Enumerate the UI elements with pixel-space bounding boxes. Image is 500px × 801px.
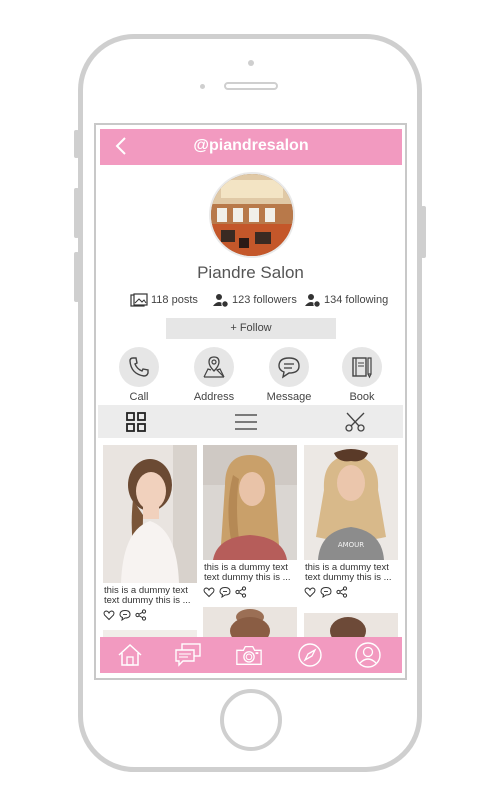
nav-profile[interactable] [354, 641, 382, 669]
following-icon [305, 293, 321, 308]
book-action[interactable]: Book [332, 347, 392, 403]
message-action[interactable]: Message [259, 347, 319, 403]
phone-icon [129, 357, 149, 377]
followers-count: 123 followers [232, 294, 297, 306]
post-card[interactable]: AMOUR this is a dummy text text dummy th… [304, 445, 398, 598]
nav-home[interactable] [116, 641, 144, 669]
post-caption: this is a dummy text [104, 586, 188, 596]
phone-sensor [200, 84, 205, 89]
phone-volume-up [74, 188, 79, 238]
phone-speaker [224, 82, 278, 90]
message-label: Message [266, 391, 312, 403]
share-icon[interactable] [336, 586, 348, 598]
post-caption-more: text dummy this is ... [305, 573, 392, 583]
page-title: @piandresalon [193, 137, 309, 154]
comment-icon[interactable] [119, 609, 131, 621]
post-card[interactable] [304, 613, 398, 640]
messages-icon [175, 643, 201, 667]
top-bar: @piandresalon [100, 129, 402, 165]
notebook-icon [352, 357, 372, 379]
followers-icon [213, 293, 229, 308]
phone-power-button [421, 206, 426, 258]
share-icon[interactable] [235, 586, 247, 598]
phone-mute-switch [74, 130, 79, 158]
post-image[interactable] [203, 445, 297, 560]
image-icon [130, 292, 148, 307]
nav-messages[interactable] [174, 641, 202, 669]
address-label: Address [193, 391, 235, 403]
following-stat[interactable]: 134 following [305, 291, 388, 309]
phone-home-button[interactable] [220, 689, 282, 751]
chat-bubble-icon [278, 357, 300, 379]
profile-icon [355, 642, 381, 668]
grid-icon [126, 412, 146, 432]
app-screen: @piandresalon Piandre Salon 118 posts 12… [94, 123, 407, 680]
call-label: Call [129, 391, 149, 403]
heart-icon[interactable] [203, 586, 215, 598]
tab-grid[interactable] [122, 408, 150, 436]
compass-icon [298, 643, 322, 667]
comment-icon[interactable] [219, 586, 231, 598]
camera-icon [236, 645, 262, 665]
posts-count: 118 posts [151, 294, 198, 306]
view-tabs [98, 405, 403, 438]
svg-text:AMOUR: AMOUR [338, 541, 364, 549]
heart-icon[interactable] [103, 609, 115, 621]
post-card[interactable] [203, 607, 297, 640]
post-actions [304, 586, 398, 598]
map-pin-icon [203, 356, 225, 378]
nav-explore[interactable] [296, 641, 324, 669]
tab-list[interactable] [232, 408, 260, 436]
post-actions [103, 609, 197, 621]
profile-name: Piandre Salon [197, 263, 304, 282]
tab-services[interactable] [342, 408, 370, 436]
list-icon [235, 414, 257, 430]
post-image[interactable] [103, 445, 197, 583]
post-caption-more: text dummy this is ... [104, 596, 191, 606]
followers-stat[interactable]: 123 followers [213, 291, 297, 309]
heart-icon[interactable] [304, 586, 316, 598]
post-caption: this is a dummy text [305, 563, 389, 573]
post-caption-more: text dummy this is ... [204, 573, 291, 583]
phone-volume-down [74, 252, 79, 302]
comment-icon[interactable] [320, 586, 332, 598]
following-count: 134 following [324, 294, 389, 306]
nav-camera[interactable] [235, 641, 263, 669]
post-image[interactable]: AMOUR [304, 445, 398, 560]
post-card[interactable]: this is a dummy text text dummy this is … [203, 445, 297, 598]
post-actions [203, 586, 297, 598]
address-action[interactable]: Address [184, 347, 244, 403]
phone-front-camera [248, 60, 254, 66]
share-icon[interactable] [135, 609, 147, 621]
posts-stat[interactable]: 118 posts [130, 291, 198, 309]
follow-button[interactable]: + Follow [166, 318, 336, 339]
post-caption: this is a dummy text [204, 563, 288, 573]
home-icon [118, 643, 142, 666]
scissors-icon [345, 412, 365, 432]
avatar[interactable] [209, 172, 295, 258]
bottom-nav [100, 637, 402, 673]
call-action[interactable]: Call [109, 347, 169, 403]
profile-stats: 118 posts 123 followers 134 following [96, 291, 405, 309]
post-card[interactable]: this is a dummy text text dummy this is … [103, 445, 197, 621]
book-label: Book [349, 391, 375, 403]
